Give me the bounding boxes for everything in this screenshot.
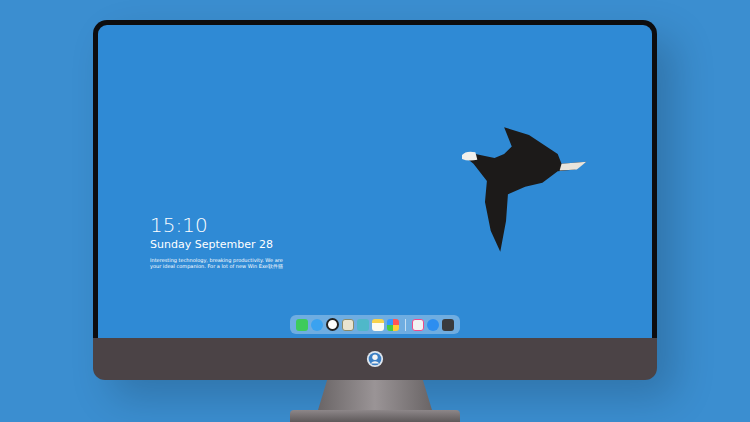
document-icon[interactable]	[342, 319, 354, 331]
monitor-base	[290, 410, 460, 422]
messages-icon[interactable]	[296, 319, 308, 331]
clock-icon[interactable]	[326, 318, 339, 331]
terminal-icon[interactable]	[442, 319, 454, 331]
files-icon[interactable]	[311, 319, 323, 331]
dock-separator	[405, 319, 406, 331]
tagline-line: Interesting technology, breaking product…	[150, 257, 652, 263]
notes-icon[interactable]	[372, 319, 384, 331]
monitor-stand	[318, 380, 432, 410]
video-icon[interactable]	[357, 319, 369, 331]
page-background: 15:10Sunday September 28 Interesting tech…	[0, 0, 750, 422]
desktop-screen: 15:10Sunday September 28 Interesting tech…	[98, 25, 652, 338]
monitor: 15:10Sunday September 28 Interesting tech…	[93, 20, 657, 380]
monitor-bezel: 15:10Sunday September 28 Interesting tech…	[93, 20, 657, 338]
tagline: Interesting technology, breaking product…	[150, 257, 652, 269]
monitor-chin	[93, 338, 657, 380]
clock-date: Sunday September 28	[150, 238, 652, 252]
music-icon[interactable]	[412, 319, 424, 331]
lock-clock: 15:10Sunday September 28 Interesting tech…	[150, 213, 652, 269]
photos-icon[interactable]	[387, 319, 399, 331]
app-store-icon[interactable]	[427, 319, 439, 331]
dock	[290, 315, 460, 334]
clock-time: 15:10	[150, 213, 652, 237]
tagline-line: your ideal companion. For a lot of new W…	[150, 263, 652, 269]
brand-logo-icon	[366, 350, 384, 368]
eagle-photo	[462, 125, 596, 255]
